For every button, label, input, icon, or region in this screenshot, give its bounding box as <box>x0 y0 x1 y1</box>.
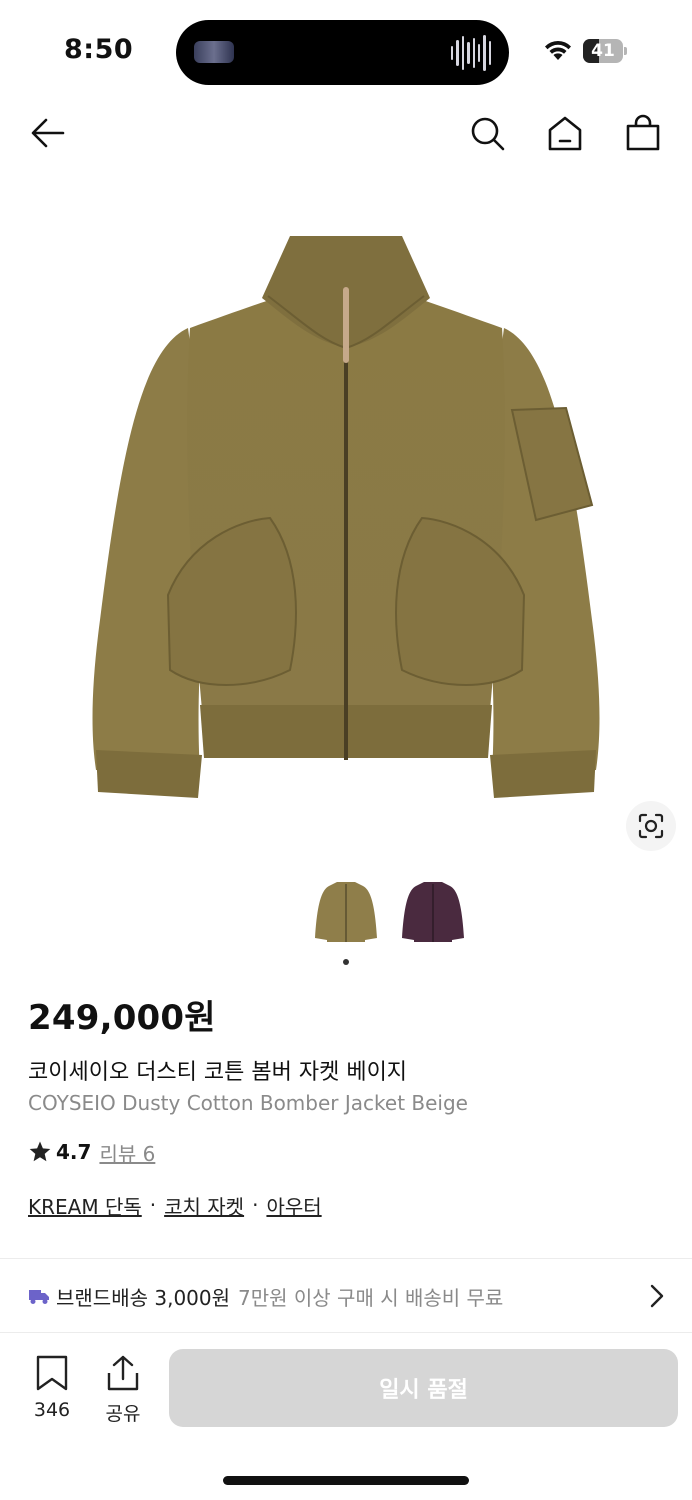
color-thumbnails <box>0 876 692 956</box>
carousel-indicator-dot <box>343 959 349 965</box>
share-icon <box>107 1355 139 1391</box>
search-icon[interactable] <box>467 113 507 153</box>
shipping-note: 7만원 이상 구매 시 배송비 무료 <box>238 1285 504 1310</box>
share-button[interactable]: 공유 <box>93 1355 153 1426</box>
sold-out-button[interactable]: 일시 품절 <box>169 1349 678 1427</box>
now-playing-artwork <box>194 41 234 63</box>
shopping-bag-icon[interactable] <box>623 113 663 153</box>
product-price: 249,000원 <box>28 998 216 1038</box>
product-rating: 4.7 리뷰 6 <box>28 1137 155 1167</box>
dynamic-island <box>176 20 509 85</box>
product-name-ko: 코이세이오 더스티 코튼 봄버 자켓 베이지 <box>28 1060 408 1085</box>
review-link[interactable]: 리뷰 6 <box>99 1138 155 1167</box>
product-tags: KREAM 단독 · 코치 자켓 · 아우터 <box>28 1190 322 1220</box>
bookmark-icon <box>36 1355 68 1391</box>
battery-icon: 41 <box>583 39 627 63</box>
home-indicator[interactable] <box>223 1476 469 1485</box>
rating-value: 4.7 <box>56 1140 92 1164</box>
product-image[interactable] <box>0 200 692 840</box>
tag-coach-jacket[interactable]: 코치 자켓 <box>164 1191 244 1220</box>
tag-separator: · <box>252 1193 259 1217</box>
tag-separator: · <box>149 1193 157 1217</box>
home-icon[interactable] <box>545 113 585 153</box>
wishlist-count: 346 <box>33 1399 71 1421</box>
divider <box>0 1258 692 1259</box>
status-time: 8:50 <box>64 34 134 65</box>
bottom-action-bar: 346 공유 일시 품절 <box>0 1332 692 1442</box>
tag-outer[interactable]: 아우터 <box>266 1191 321 1220</box>
truck-icon <box>29 1290 49 1304</box>
beige-jacket-thumbnail[interactable] <box>311 876 381 950</box>
audio-waveform-icon <box>451 34 491 72</box>
tag-kream-exclusive[interactable]: KREAM 단독 <box>28 1191 142 1220</box>
visual-search-icon[interactable] <box>626 801 676 851</box>
shipping-fee: 브랜드배송 3,000원 <box>56 1285 231 1310</box>
chevron-right-icon <box>650 1284 664 1308</box>
arrow-left-icon[interactable] <box>28 113 68 153</box>
shipping-row[interactable]: 브랜드배송 3,000원 7만원 이상 구매 시 배송비 무료 <box>0 1262 692 1330</box>
wishlist-button[interactable]: 346 <box>22 1355 82 1421</box>
status-bar: 8:50 41 <box>0 0 692 100</box>
star-icon <box>29 1141 51 1162</box>
battery-level: 41 <box>591 41 615 61</box>
purple-jacket-thumbnail[interactable] <box>398 876 468 950</box>
wifi-icon <box>545 40 571 60</box>
share-label: 공유 <box>105 1403 141 1425</box>
product-name-en: COYSEIO Dusty Cotton Bomber Jacket Beige <box>28 1091 468 1115</box>
